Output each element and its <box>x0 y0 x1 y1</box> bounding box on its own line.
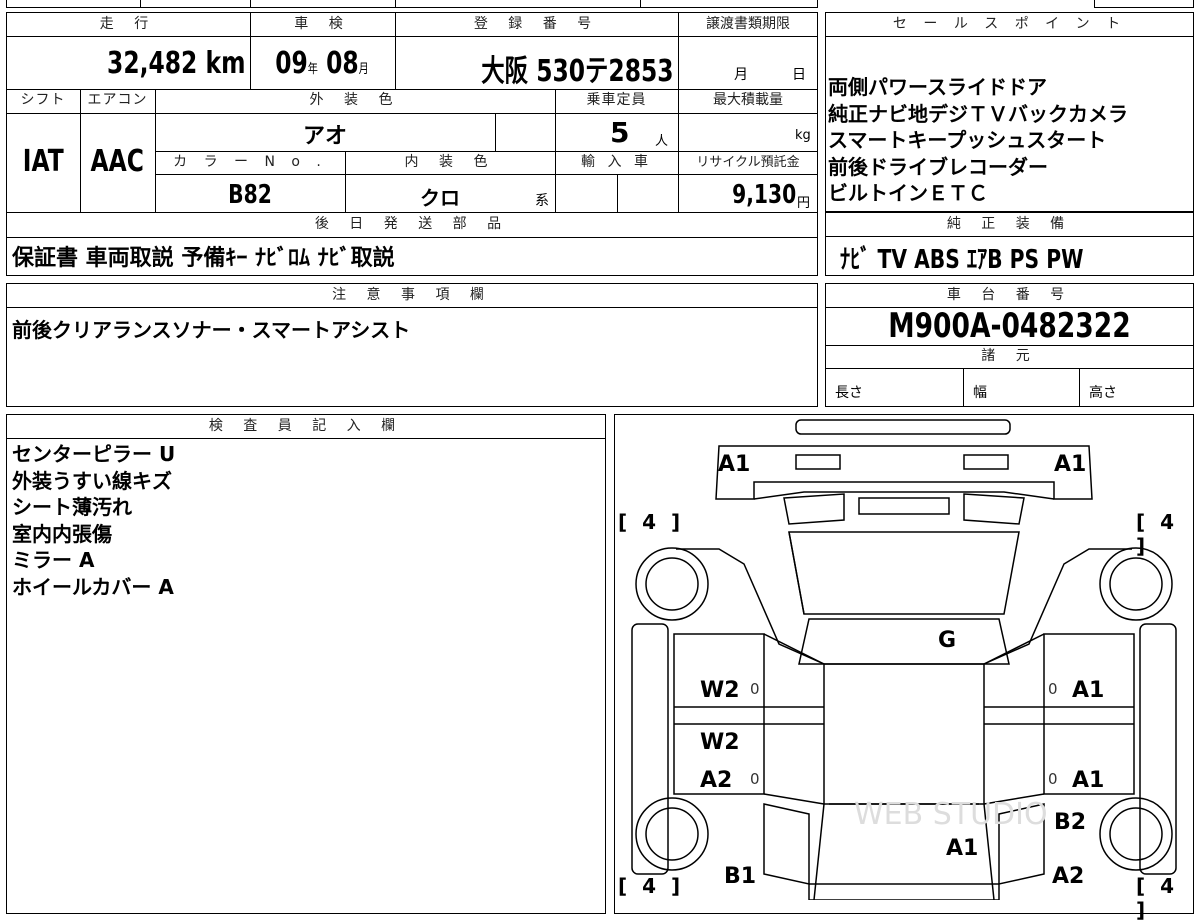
inspector-note: 外装うすい線キズ <box>12 468 172 493</box>
capacity-value: 5 <box>610 116 630 149</box>
damage-mark: W2 <box>700 730 740 755</box>
notes-header: 注 意 事 項 欄 <box>332 287 492 303</box>
top-cutoff-row <box>6 0 818 8</box>
svg-text:WEB STUDIO: WEB STUDIO <box>854 797 1048 832</box>
tire-label-rear-right: [ 4 ] <box>1136 874 1179 922</box>
sales-point-item: 両側パワースライドドア <box>828 75 1047 99</box>
color-no-header: カ ラ ー N o . <box>173 154 327 170</box>
tire-label-rear-left: [ 4 ] <box>618 874 685 898</box>
damage-mark: 0 <box>1048 680 1058 698</box>
damage-mark: A1 <box>1054 452 1087 477</box>
inspector-note: シート薄汚れ <box>12 495 132 519</box>
mileage-value: 32,482 km <box>106 46 245 81</box>
damage-mark: 0 <box>1048 770 1058 788</box>
damage-mark: A1 <box>1072 768 1105 793</box>
inspector-notes-list: センターピラー U 外装うすい線キズ シート薄汚れ 室内内張傷 ミラー A ホイ… <box>12 441 175 600</box>
inspector-note: センターピラー U <box>12 442 176 466</box>
damage-mark: A1 <box>946 836 979 861</box>
mileage-header: 走 行 <box>99 16 157 32</box>
max-load-unit: kg <box>795 128 811 143</box>
sales-point-item: 前後ドライブレコーダー <box>828 154 1048 179</box>
ext-color-header: 外 装 色 <box>309 92 401 108</box>
car-outline-diagram: WEB STUDIO <box>631 419 1177 900</box>
damage-mark: A2 <box>1052 864 1085 889</box>
ac-header: エアコン <box>87 92 148 108</box>
deadline-month: 月 <box>734 67 748 83</box>
spec-width: 幅 <box>973 385 987 401</box>
oem-equipment-header: 純 正 装 備 <box>946 216 1073 232</box>
damage-mark: A2 <box>700 768 733 793</box>
doc-deadline-header: 譲渡書類期限 <box>706 16 790 32</box>
damage-mark: G <box>938 628 957 653</box>
recycle-fee-value: 9,130 <box>731 180 796 210</box>
inspector-note: ホイールカバー A <box>12 574 174 599</box>
recycle-header: リサイクル預託金 <box>696 155 800 170</box>
later-parts-header: 後 日 発 送 部 品 <box>314 216 510 232</box>
later-parts-text: 保証書 車両取説 予備ｷｰ ﾅﾋﾞﾛﾑ ﾅﾋﾞ取説 <box>12 246 395 271</box>
sales-point-list: 両側パワースライドドア 純正ナビ地デジＴＶバックカメラ スマートキープッシュスタ… <box>828 74 1128 207</box>
inspector-note: 室内内張傷 <box>12 521 112 546</box>
sales-point-header: セ ー ル ス ポ イ ン ト <box>892 16 1127 32</box>
max-load-header: 最大積載量 <box>713 92 783 108</box>
capacity-header: 乗車定員 <box>586 92 647 108</box>
reg-no-header: 登 録 番 号 <box>473 16 600 32</box>
yen-unit: 円 <box>797 196 811 211</box>
tire-label-front-left: [ 4 ] <box>618 510 685 534</box>
damage-mark: A1 <box>1072 678 1105 703</box>
shaken-header: 車 検 <box>294 16 351 32</box>
oem-equipment-text: ﾅﾋﾞ TV ABS ｴｱB PS PW <box>840 245 1084 275</box>
registration-number: 大阪 530テ2853 <box>481 54 674 89</box>
notes-text: 前後クリアランスソナー・スマートアシスト <box>12 318 411 342</box>
inspector-note: ミラー A <box>12 548 95 572</box>
deadline-day: 日 <box>792 67 806 83</box>
damage-mark: 0 <box>750 770 760 788</box>
sales-point-item: 純正ナビ地デジＴＶバックカメラ <box>828 101 1128 126</box>
shift-header: シフト <box>20 92 66 108</box>
sales-point-item: スマートキープッシュスタート <box>828 128 1107 152</box>
shift-value: IAT <box>22 144 64 179</box>
inspector-header: 検 査 員 記 入 欄 <box>208 418 404 434</box>
damage-mark: 0 <box>750 680 760 698</box>
int-color-header: 内 装 色 <box>404 154 496 170</box>
capacity-unit: 人 <box>655 134 669 149</box>
spec-height: 高さ <box>1089 385 1117 401</box>
sales-point-item: ビルトインＥＴＣ <box>828 181 988 205</box>
damage-mark: W2 <box>700 678 740 703</box>
int-color-value: クロ <box>420 186 460 210</box>
import-header: 輸 入 車 <box>581 154 652 170</box>
damage-mark: B1 <box>724 864 757 889</box>
shaken-value: 09年 08月 <box>275 46 369 81</box>
specs-header: 諸 元 <box>981 348 1038 364</box>
chassis-number: M900A-0482322 <box>888 306 1131 346</box>
chassis-header: 車 台 番 号 <box>946 287 1073 303</box>
damage-mark: A1 <box>718 452 751 477</box>
spec-length: 長さ <box>835 385 863 401</box>
ext-color-value: アオ <box>302 124 347 149</box>
color-no-value: B82 <box>228 180 272 210</box>
int-color-suffix: 系 <box>535 193 549 209</box>
damage-mark: B2 <box>1054 810 1087 835</box>
tire-label-front-right: [ 4 ] <box>1136 510 1179 558</box>
ac-value: AAC <box>90 144 145 179</box>
